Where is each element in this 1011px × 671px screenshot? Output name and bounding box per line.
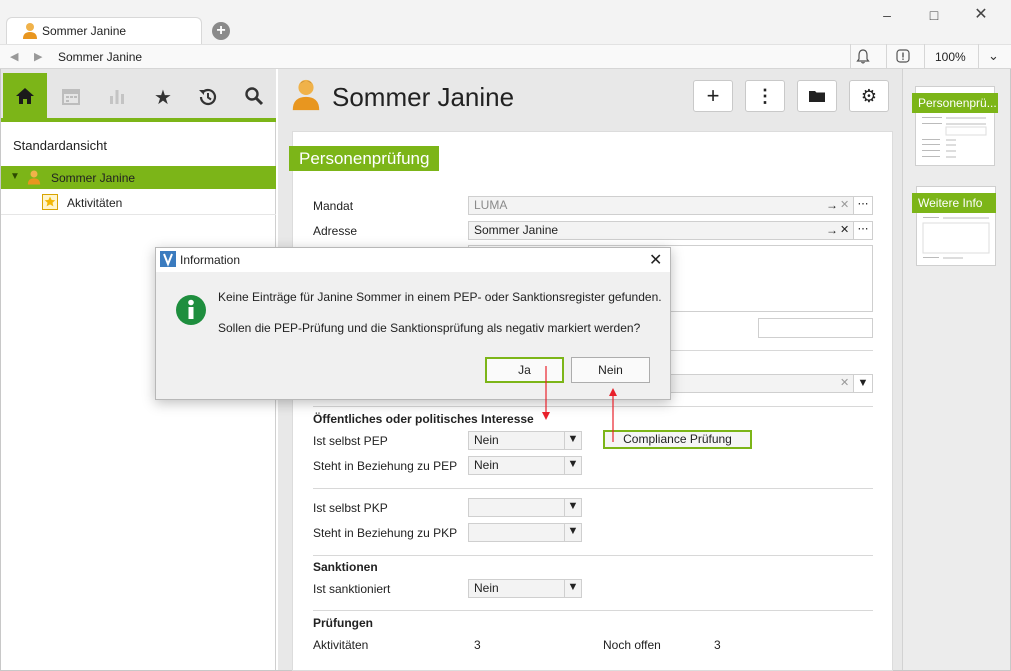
tree-item-selected[interactable] [1, 166, 276, 189]
clear-icon[interactable]: ✕ [840, 376, 849, 389]
tab-title: Sommer Janine [42, 24, 127, 38]
view-title: Standardansicht [13, 138, 107, 153]
divider [886, 44, 887, 69]
info-icon [175, 294, 207, 326]
expand-arrow-icon[interactable]: ▼ [10, 171, 20, 182]
mandat-field[interactable]: LUMA [468, 196, 854, 215]
ellipsis-icon[interactable]: ⋯ [853, 196, 873, 215]
bell-icon[interactable] [856, 49, 870, 67]
plus-icon: + [706, 83, 720, 108]
tree-item-activities[interactable]: Aktivitäten [67, 196, 122, 210]
more-icon: ⋮ [756, 86, 774, 106]
chevron-down-icon[interactable]: ▼ [853, 374, 873, 393]
person-icon [27, 169, 41, 189]
more-button[interactable]: ⋮ [745, 80, 785, 112]
alert-icon[interactable] [896, 49, 910, 66]
dialog-message-1: Keine Einträge für Janine Sommer in eine… [218, 290, 662, 304]
arrow-right-icon[interactable]: → [826, 223, 838, 237]
settings-button[interactable]: ⚙ [849, 80, 889, 112]
sanctions-header: Sanktionen [313, 560, 378, 574]
ellipsis-icon[interactable]: ⋯ [853, 221, 873, 240]
divider [978, 44, 979, 69]
arrow-right-icon[interactable]: → [826, 198, 838, 212]
divider [313, 610, 873, 611]
address-title: Sommer Janine [58, 50, 143, 64]
mandat-label: Mandat [313, 199, 354, 213]
extra-field[interactable] [758, 318, 873, 338]
history-icon[interactable] [196, 86, 220, 110]
calendar-icon[interactable] [59, 86, 83, 110]
maximize-icon[interactable]: □ [911, 6, 957, 26]
chevron-down-icon[interactable]: ⌄ [988, 48, 999, 64]
divider [850, 44, 851, 69]
thumbnail-label[interactable]: Personenprü... [912, 93, 998, 113]
activities-label: Aktivitäten [313, 638, 369, 652]
checks-header: Prüfungen [313, 616, 373, 630]
new-tab-icon[interactable]: + [212, 22, 230, 40]
divider [313, 555, 873, 556]
section-title: Personenprüfung [289, 146, 440, 171]
dialog-title: Information [180, 253, 241, 267]
close-icon[interactable]: ✕ [649, 250, 662, 270]
arrow-head-yes [542, 412, 550, 420]
divider [313, 488, 873, 489]
sanctioned-label: Ist sanktioniert [313, 582, 391, 596]
clear-icon[interactable]: ✕ [840, 198, 849, 211]
chevron-down-icon[interactable]: ▼ [564, 579, 581, 598]
tree-item-label[interactable]: Sommer Janine [51, 171, 135, 185]
compliance-button[interactable]: Compliance Prüfung [603, 430, 752, 449]
divider [924, 44, 925, 69]
chevron-down-icon[interactable]: ▼ [564, 498, 581, 517]
star-icon[interactable]: ★ [151, 86, 175, 110]
adresse-label: Adresse [313, 224, 358, 238]
gear-icon: ⚙ [860, 86, 878, 106]
person-icon [22, 22, 38, 40]
activity-star-icon [42, 194, 58, 210]
forward-icon[interactable]: ▶ [34, 50, 42, 63]
minimize-icon[interactable]: – [864, 6, 910, 26]
page-title: Sommer Janine [332, 82, 515, 112]
search-icon[interactable] [242, 86, 266, 110]
zoom-level[interactable]: 100% [935, 50, 966, 64]
folder-button[interactable] [797, 80, 837, 112]
activities-value: 3 [474, 638, 481, 652]
interest-header: Öffentliches oder politisches Interesse [313, 412, 534, 426]
divider [1, 214, 276, 215]
app-logo-icon [160, 251, 176, 267]
person-avatar-icon [290, 78, 322, 115]
back-icon[interactable]: ◀ [10, 50, 18, 63]
adresse-field[interactable]: Sommer Janine [468, 221, 854, 240]
nav-underline [1, 118, 276, 122]
open-label: Noch offen [603, 638, 661, 652]
chevron-down-icon[interactable]: ▼ [564, 456, 581, 475]
dialog-message-2: Sollen die PEP-Prüfung und die Sanktions… [218, 321, 641, 335]
add-button[interactable]: + [693, 80, 733, 112]
chart-icon[interactable] [105, 86, 129, 110]
open-value: 3 [714, 638, 721, 652]
pkp-rel-label: Steht in Beziehung zu PKP [313, 526, 458, 540]
pep-label: Ist selbst PEP [313, 434, 388, 448]
close-icon[interactable]: ✕ [958, 6, 1004, 26]
arrow-head-no [609, 388, 617, 396]
thumbnail-label[interactable]: Weitere Info [912, 193, 996, 213]
chevron-down-icon[interactable]: ▼ [564, 523, 581, 542]
pep-rel-label: Steht in Beziehung zu PEP [313, 459, 458, 473]
clear-icon[interactable]: ✕ [840, 223, 849, 236]
pkp-label: Ist selbst PKP [313, 501, 388, 515]
folder-icon [809, 86, 825, 106]
annotation-arrows [542, 366, 617, 442]
home-icon[interactable] [13, 86, 37, 110]
